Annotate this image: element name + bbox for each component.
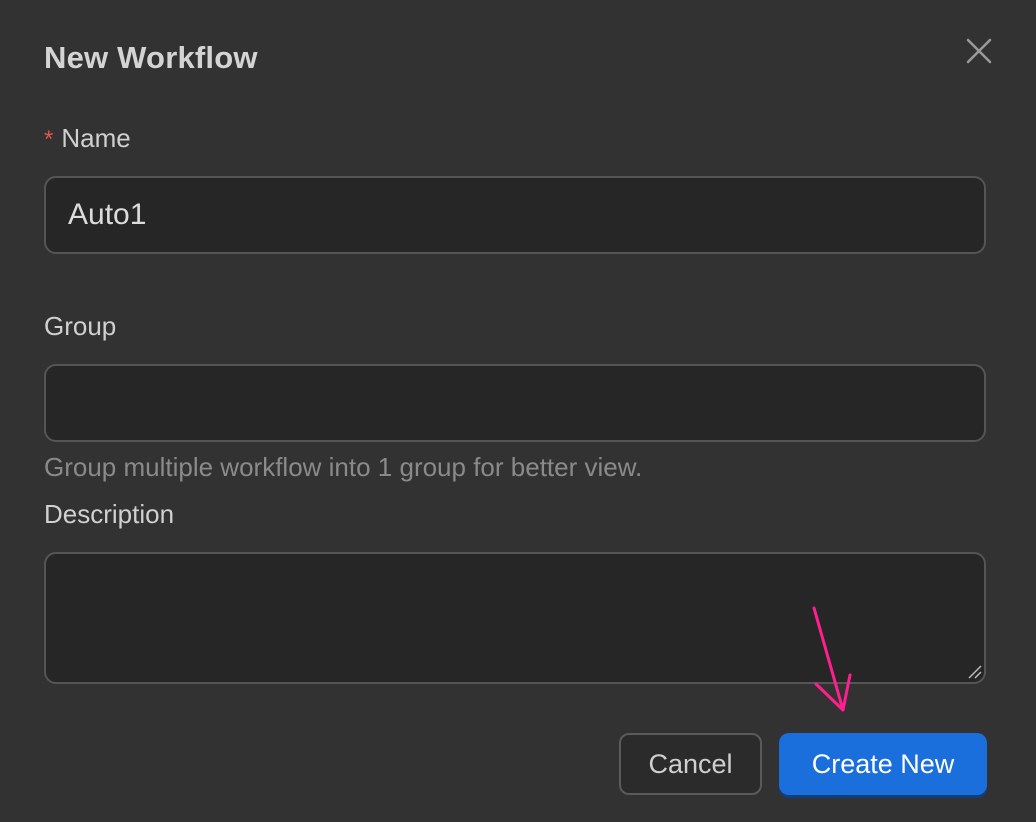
dialog-title: New Workflow (44, 40, 258, 75)
group-hint: Group multiple workflow into 1 group for… (44, 452, 643, 482)
cancel-button[interactable]: Cancel (619, 733, 762, 795)
close-icon[interactable] (960, 32, 998, 70)
name-input[interactable] (44, 176, 986, 254)
required-mark: * (44, 126, 54, 153)
new-workflow-dialog: New Workflow * Name Group Group multiple … (0, 0, 1036, 822)
resize-grip-icon[interactable] (966, 663, 982, 679)
description-label: Description (44, 499, 175, 529)
create-new-button[interactable]: Create New (779, 733, 987, 795)
group-input[interactable] (44, 364, 986, 442)
name-label: Name (61, 123, 131, 153)
name-label-row: * Name (44, 123, 131, 154)
arrow-down-icon (800, 600, 870, 720)
group-label: Group (44, 311, 117, 341)
